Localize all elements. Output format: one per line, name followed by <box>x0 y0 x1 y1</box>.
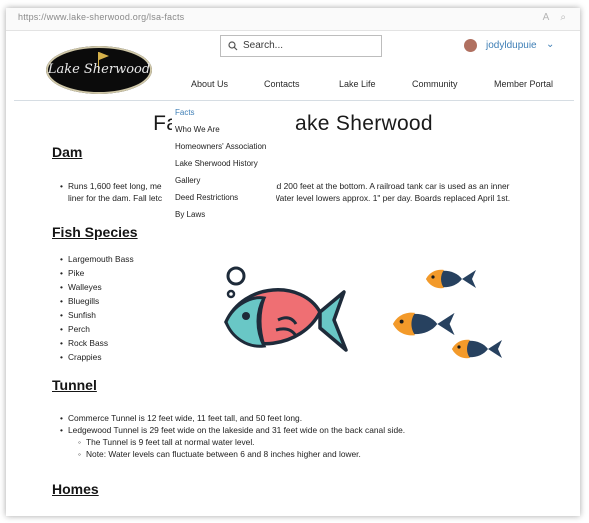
dam-line1-right: nd 200 feet at the bottom. A railroad ta… <box>272 181 510 191</box>
tunnel-heading: Tunnel <box>52 377 97 393</box>
fish-item: Walleyes <box>60 281 102 293</box>
nav-lake-life[interactable]: Lake Life <box>339 79 376 89</box>
fish-item: Rock Bass <box>60 337 108 349</box>
about-us-dropdown: Facts Who We Are Homeowners' Association… <box>172 102 276 219</box>
small-fish-icon <box>426 269 476 289</box>
nav-divider <box>14 100 574 101</box>
homes-heading: Homes <box>52 481 99 497</box>
dam-line1-left: Runs 1,600 feet long, me <box>60 180 162 192</box>
tunnel-item: Commerce Tunnel is 12 feet wide, 11 feet… <box>60 412 302 424</box>
tunnel-item: Ledgewood Tunnel is 29 feet wide on the … <box>60 424 405 436</box>
fish-heading: Fish Species <box>52 224 138 240</box>
small-fish-icon <box>452 339 502 359</box>
browser-window: https://www.lake-sherwood.org/lsa-facts … <box>6 8 580 516</box>
fish-item: Bluegills <box>60 295 99 307</box>
dropdown-item-gallery[interactable]: Gallery <box>175 176 200 185</box>
fish-item: Pike <box>60 267 84 279</box>
fish-illustration <box>224 266 348 352</box>
search-input[interactable]: Search... <box>220 35 382 57</box>
fish-item: Crappies <box>60 351 101 363</box>
search-placeholder: Search... <box>243 40 284 51</box>
search-icon <box>228 41 238 51</box>
fish-item: Sunfish <box>60 309 96 321</box>
nav-about-us[interactable]: About Us <box>191 79 228 89</box>
dam-line2-right: Water level lowers approx. 1" per day. B… <box>272 193 511 203</box>
url-text[interactable]: https://www.lake-sherwood.org/lsa-facts <box>18 12 184 22</box>
logo-text: Lake Sherwood <box>47 62 151 77</box>
dropdown-item-facts[interactable]: Facts <box>175 108 195 117</box>
fish-item: Perch <box>60 323 90 335</box>
dropdown-item-who-we-are[interactable]: Who We Are <box>175 125 220 134</box>
dropdown-item-deed-restrictions[interactable]: Deed Restrictions <box>175 193 238 202</box>
dam-line2-left: liner for the dam. Fall letc <box>68 193 163 203</box>
tunnel-subitem: The Tunnel is 9 feet tall at normal wate… <box>78 436 254 448</box>
username[interactable]: jodyldupuie <box>486 40 537 51</box>
tunnel-subitem: Note: Water levels can fluctuate between… <box>78 448 361 460</box>
page-title: Facake Sherwood <box>6 112 580 136</box>
browser-icons: A ⌕ <box>542 12 566 23</box>
page-title-right: ake Sherwood <box>295 112 433 135</box>
dropdown-item-history[interactable]: Lake Sherwood History <box>175 159 258 168</box>
nav-contacts[interactable]: Contacts <box>264 79 300 89</box>
nav-community[interactable]: Community <box>412 79 458 89</box>
dam-heading: Dam <box>52 144 83 160</box>
site-logo[interactable]: Lake Sherwood <box>46 46 152 94</box>
avatar[interactable] <box>464 39 477 52</box>
dropdown-item-homeowners-association[interactable]: Homeowners' Association <box>175 142 266 151</box>
chevron-down-icon[interactable]: ⌄ <box>546 39 554 50</box>
nav-member-portal[interactable]: Member Portal <box>494 79 553 89</box>
dropdown-item-by-laws[interactable]: By Laws <box>175 210 205 219</box>
fish-item: Largemouth Bass <box>60 253 134 265</box>
address-bar[interactable]: https://www.lake-sherwood.org/lsa-facts … <box>6 8 580 31</box>
